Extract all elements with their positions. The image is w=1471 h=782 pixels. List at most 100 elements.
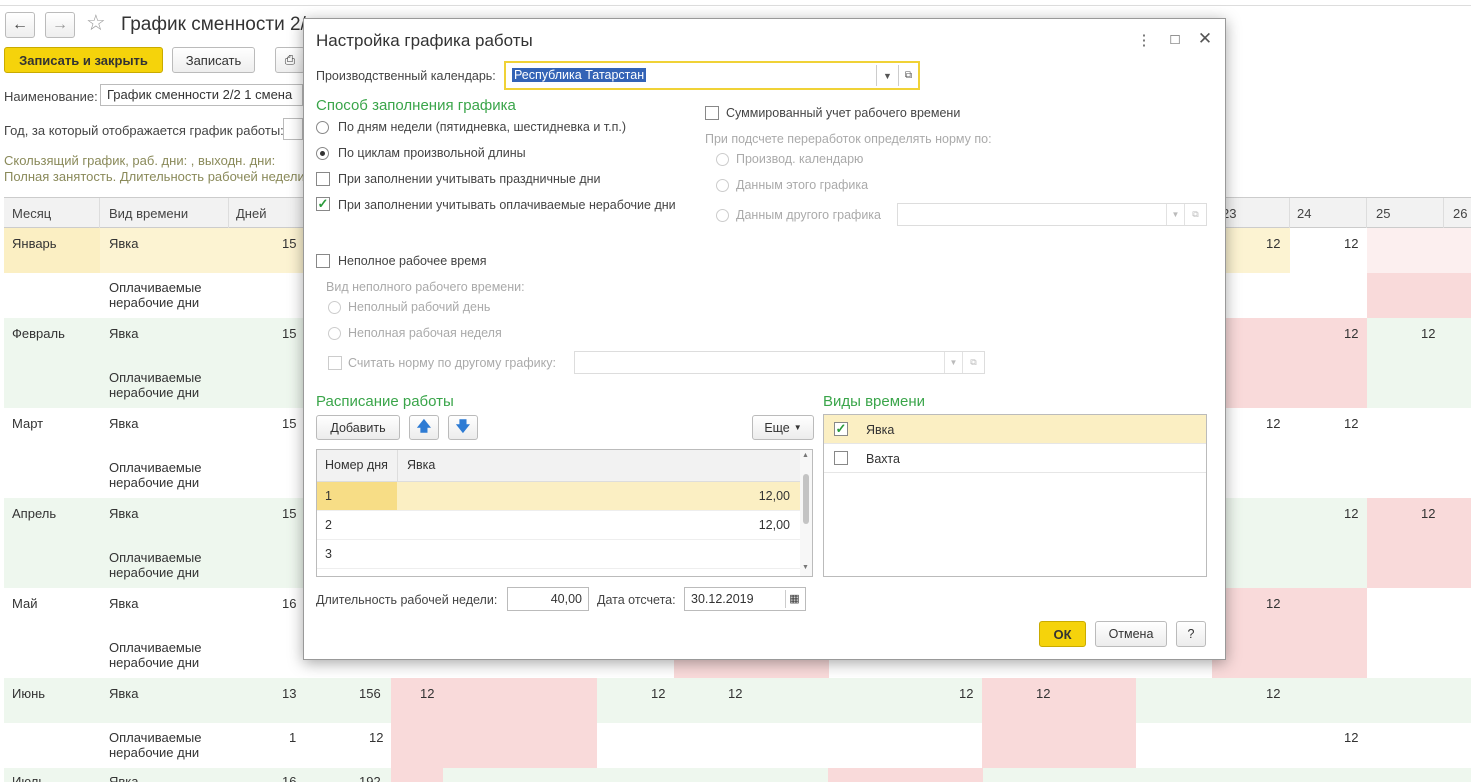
- col-attendance: Явка: [407, 458, 436, 472]
- col-time-kind: Вид времени: [109, 206, 189, 221]
- move-up-button[interactable]: 🡅: [409, 415, 439, 440]
- hours-cell: 12: [1266, 416, 1281, 431]
- cancel-button[interactable]: Отмена: [1095, 621, 1167, 647]
- open-icon[interactable]: ⧉: [962, 352, 984, 373]
- hours-value: 192: [359, 774, 381, 782]
- calendar-value: Республика Татарстан: [512, 68, 647, 82]
- dropdown-icon[interactable]: ▼: [876, 65, 898, 86]
- list-item[interactable]: ✓ Явка: [824, 415, 1206, 444]
- add-button[interactable]: Добавить: [316, 415, 400, 440]
- radio-part-week[interactable]: [328, 327, 341, 340]
- ref-date-label: Дата отсчета:: [597, 593, 676, 607]
- checkbox-norm-other[interactable]: [328, 356, 342, 370]
- time-kinds-list: ✓ Явка Вахта: [823, 414, 1207, 577]
- ok-button[interactable]: ОК: [1039, 621, 1086, 647]
- checkbox-summary-label[interactable]: Суммированный учет рабочего времени: [726, 106, 960, 120]
- table-row[interactable]: 2 12,00: [317, 511, 800, 540]
- calendar-icon[interactable]: ▦: [785, 590, 803, 608]
- hours-value[interactable]: 12,00: [617, 489, 790, 503]
- open-icon[interactable]: ⧉: [1184, 204, 1206, 225]
- checkbox-paid-days-label[interactable]: При заполнении учитывать оплачиваемые не…: [338, 198, 676, 212]
- radio-cycles-label[interactable]: По циклам произвольной длины: [338, 146, 526, 160]
- time-kind: Явка: [109, 416, 139, 431]
- forward-button[interactable]: →: [45, 12, 75, 38]
- hours-cell: 12: [1344, 506, 1359, 521]
- grid-scrollbar[interactable]: ▲ ▼: [800, 450, 812, 576]
- hours-cell: 12: [1421, 506, 1436, 521]
- days-value: 15: [282, 506, 297, 521]
- year-label: Год, за который отображается график рабо…: [4, 123, 284, 138]
- favorite-star-icon[interactable]: ☆: [86, 10, 106, 36]
- schedule-settings-dialog: Настройка графика работы ⋮ □ ✕ Производс…: [303, 18, 1226, 660]
- hours-value: 156: [359, 686, 381, 701]
- more-menu-icon[interactable]: ⋮: [1134, 31, 1154, 49]
- time-kind: Оплачиваемые нерабочие дни: [109, 370, 202, 400]
- forward-arrow-icon: →: [52, 16, 68, 33]
- year-input[interactable]: [283, 118, 303, 140]
- radio-part-week-label[interactable]: Неполная рабочая неделя: [348, 326, 502, 340]
- more-button[interactable]: Еще ▼: [752, 415, 814, 440]
- checkbox-paid-days[interactable]: ✓: [316, 197, 330, 211]
- calendar-field[interactable]: Республика Татарстан ▼ ⧉: [504, 61, 920, 90]
- open-icon[interactable]: ⧉: [898, 65, 918, 86]
- overtime-label: При подсчете переработок определять норм…: [705, 132, 992, 146]
- radio-prod-calendar-label[interactable]: Производ. календарю: [736, 152, 863, 166]
- radio-other-schedule[interactable]: [716, 209, 729, 222]
- days-value: 1: [289, 730, 297, 745]
- table-row[interactable]: 1 12,00: [317, 482, 800, 511]
- radio-cycles[interactable]: [316, 147, 329, 160]
- time-kind: Явка: [109, 774, 139, 782]
- name-input[interactable]: График сменности 2/2 1 смена: [100, 84, 303, 106]
- close-icon[interactable]: ✕: [1195, 29, 1215, 49]
- checkbox-holidays-label[interactable]: При заполнении учитывать праздничные дни: [338, 172, 601, 186]
- checkbox-holidays[interactable]: [316, 172, 330, 186]
- norm-other-field[interactable]: ▼ ⧉: [574, 351, 985, 374]
- table-row-july[interactable]: Июль Явка 16 192: [4, 768, 1471, 782]
- days-value: 15: [282, 416, 297, 431]
- time-kind: Оплачиваемые нерабочие дни: [109, 280, 202, 310]
- print-button[interactable]: ⎙: [275, 47, 305, 73]
- printer-icon: ⎙: [284, 52, 296, 67]
- checkbox-norm-other-label[interactable]: Считать норму по другому графику:: [348, 356, 556, 370]
- table-row[interactable]: 3: [317, 540, 800, 569]
- week-length-input[interactable]: 40,00: [507, 587, 589, 611]
- save-and-close-button[interactable]: Записать и закрыть: [4, 47, 163, 73]
- radio-weekdays[interactable]: [316, 121, 329, 134]
- part-time-kind-label: Вид неполного рабочего времени:: [326, 280, 525, 294]
- back-button[interactable]: ←: [5, 12, 35, 38]
- help-button[interactable]: ?: [1176, 621, 1206, 647]
- radio-part-day[interactable]: [328, 301, 341, 314]
- hours-value[interactable]: 12,00: [617, 518, 790, 532]
- list-item[interactable]: Вахта: [824, 444, 1206, 473]
- dropdown-icon[interactable]: ▼: [1166, 204, 1184, 225]
- time-kind-checkbox[interactable]: [834, 451, 848, 465]
- checkbox-part-time-label[interactable]: Неполное рабочее время: [338, 254, 487, 268]
- other-schedule-field[interactable]: ▼ ⧉: [897, 203, 1207, 226]
- maximize-icon[interactable]: □: [1165, 31, 1185, 48]
- hours-cell: 12: [728, 686, 743, 701]
- ref-date-input[interactable]: 30.12.2019 ▦: [684, 587, 806, 611]
- radio-weekdays-label[interactable]: По дням недели (пятидневка, шестидневка …: [338, 120, 626, 134]
- radio-this-schedule-label[interactable]: Данным этого графика: [736, 178, 868, 192]
- hours-cell: 12: [651, 686, 666, 701]
- checkbox-summary[interactable]: [705, 106, 719, 120]
- table-row-june[interactable]: Июнь Явка 13 156 12 12 12 12 12 12 Оплач…: [4, 678, 1471, 768]
- radio-prod-calendar[interactable]: [716, 153, 729, 166]
- time-kind: Оплачиваемые нерабочие дни: [109, 550, 202, 580]
- hours-cell: 12: [1266, 686, 1281, 701]
- top-strip: [0, 0, 1471, 6]
- radio-this-schedule[interactable]: [716, 179, 729, 192]
- dropdown-icon[interactable]: ▼: [944, 352, 962, 373]
- radio-other-schedule-label[interactable]: Данным другого графика: [736, 208, 881, 222]
- radio-part-day-label[interactable]: Неполный рабочий день: [348, 300, 490, 314]
- checkbox-part-time[interactable]: [316, 254, 330, 268]
- time-kind: Явка: [109, 686, 139, 701]
- time-kind: Оплачиваемые нерабочие дни: [109, 730, 202, 760]
- ref-date-value: 30.12.2019: [691, 592, 754, 606]
- save-button[interactable]: Записать: [172, 47, 255, 73]
- schedule-info-1: Скользящий график, раб. дни: , выходн. д…: [4, 153, 276, 168]
- move-down-button[interactable]: 🡇: [448, 415, 478, 440]
- month-name: Июль: [12, 774, 46, 782]
- time-kind-checkbox[interactable]: ✓: [834, 422, 848, 436]
- time-kinds-section: Виды времени: [823, 393, 926, 410]
